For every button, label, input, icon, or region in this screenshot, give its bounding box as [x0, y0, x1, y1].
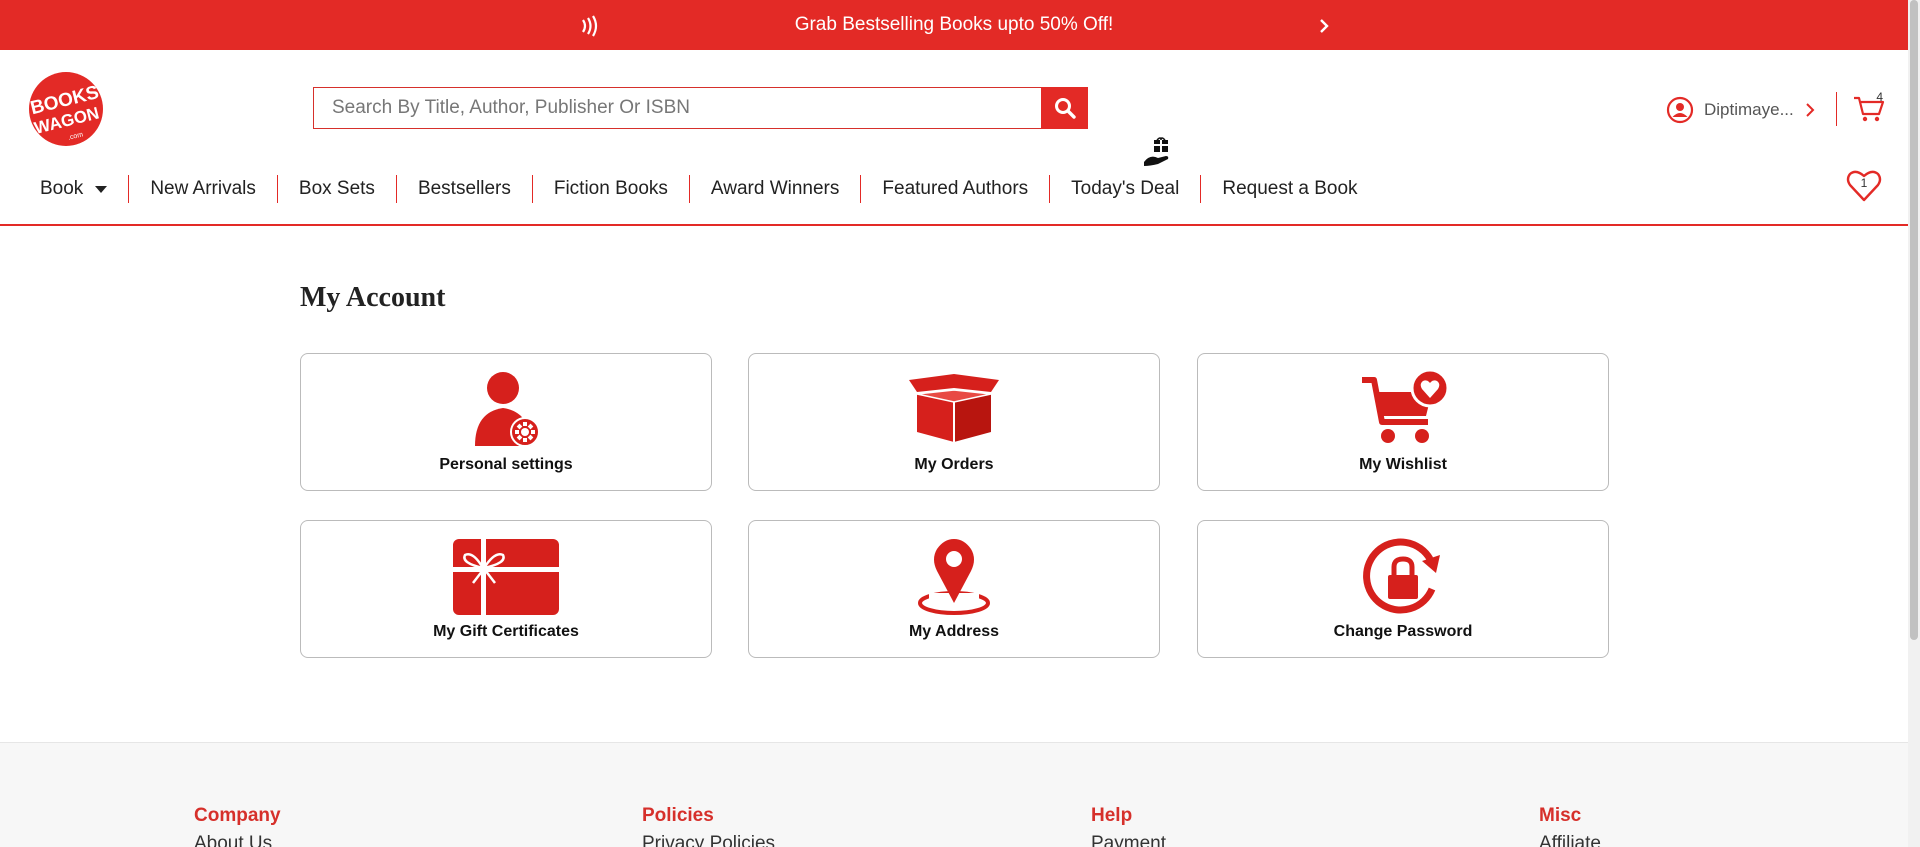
footer-heading: Help [1091, 805, 1133, 826]
tile-label: Change Password [1333, 623, 1473, 640]
tile-my-gift-certificates[interactable]: My Gift Certificates [300, 520, 712, 658]
nav-item-label: Today's Deal [1071, 178, 1180, 199]
tile-label: My Gift Certificates [433, 623, 579, 640]
nav-item-book[interactable]: Book [28, 175, 128, 203]
nav-item-award-winners[interactable]: Award Winners [688, 175, 860, 203]
user-account-menu[interactable]: Diptimaye... [1666, 94, 1816, 126]
nav-item-label: Featured Authors [882, 178, 1029, 199]
nav-item-label: New Arrivals [150, 178, 256, 199]
nav-item-new-arrivals[interactable]: New Arrivals [128, 175, 277, 203]
tile-label: My Wishlist [1359, 456, 1447, 473]
main-nav: Book New Arrivals Box Sets Bestsellers F… [28, 172, 1379, 206]
page-scrollbar[interactable] [1908, 0, 1920, 847]
footer-link[interactable]: Affiliate [1539, 833, 1601, 847]
page-title: My Account [300, 282, 446, 313]
nav-item-label: Fiction Books [553, 178, 668, 199]
footer: Company About Us Policies Privacy Polici… [0, 742, 1908, 847]
open-box-icon [909, 374, 999, 442]
caret-down-icon [95, 185, 108, 193]
scrollbar-thumb[interactable] [1910, 0, 1918, 640]
chevron-right-icon[interactable] [1318, 17, 1330, 35]
footer-column-help: Help Payment [1091, 805, 1166, 847]
tile-change-password[interactable]: Change Password [1197, 520, 1609, 658]
gift-hand-icon [1144, 137, 1169, 166]
tile-my-wishlist[interactable]: My Wishlist [1197, 353, 1609, 491]
nav-item-box-sets[interactable]: Box Sets [276, 175, 396, 203]
cart-count: 4 [1876, 90, 1883, 104]
tile-my-orders[interactable]: My Orders [748, 353, 1160, 491]
footer-link[interactable]: Payment [1091, 833, 1166, 847]
nav-item-label: Bestsellers [417, 178, 511, 199]
tile-my-address[interactable]: My Address [748, 520, 1160, 658]
footer-column-misc: Misc Affiliate [1539, 805, 1601, 847]
nav-item-label: Request a Book [1222, 178, 1358, 199]
search-button[interactable] [1041, 87, 1088, 129]
brand-logo[interactable]: BOOKS WAGON .com [20, 70, 112, 148]
wishlist-count: 1 [1860, 176, 1868, 190]
tile-label: My Orders [914, 456, 994, 473]
nav-item-todays-deal[interactable]: Today's Deal [1049, 175, 1200, 203]
chevron-right-icon [1806, 103, 1815, 117]
nav-item-featured-authors[interactable]: Featured Authors [860, 175, 1049, 203]
search-input[interactable] [313, 87, 1041, 129]
nav-item-label: Book [40, 178, 84, 199]
nav-item-fiction-books[interactable]: Fiction Books [531, 175, 689, 203]
user-settings-icon [475, 372, 540, 447]
footer-column-policies: Policies Privacy Policies [642, 805, 775, 847]
user-circle-icon [1666, 96, 1694, 124]
footer-column-company: Company About Us [194, 805, 281, 847]
page: Grab Bestselling Books upto 50% Off! BOO… [0, 0, 1920, 847]
tile-label: Personal settings [439, 456, 573, 473]
map-pin-icon [918, 539, 990, 615]
nav-item-bestsellers[interactable]: Bestsellers [395, 175, 532, 203]
cart-button[interactable]: 4 [1852, 90, 1886, 126]
tile-label: My Address [908, 623, 1000, 640]
search-icon [1054, 98, 1076, 119]
cart-heart-icon [1362, 370, 1450, 443]
header-divider [1836, 92, 1837, 126]
lock-refresh-icon [1363, 538, 1440, 614]
promo-bar: Grab Bestselling Books upto 50% Off! [0, 0, 1908, 50]
footer-link[interactable]: Privacy Policies [642, 833, 775, 847]
footer-link[interactable]: About Us [194, 833, 281, 847]
footer-heading: Company [194, 805, 281, 826]
user-name: Diptimaye... [1704, 100, 1794, 119]
promo-message[interactable]: Grab Bestselling Books upto 50% Off! [0, 0, 1908, 50]
nav-item-label: Box Sets [298, 178, 375, 199]
tile-personal-settings[interactable]: Personal settings [300, 353, 712, 491]
footer-heading: Policies [642, 805, 714, 826]
wishlist-button[interactable]: 1 [1845, 168, 1883, 204]
nav-item-request-a-book[interactable]: Request a Book [1200, 175, 1378, 203]
footer-heading: Misc [1539, 805, 1582, 826]
nav-item-label: Award Winners [710, 178, 840, 199]
nav-divider [0, 224, 1908, 226]
search-bar [313, 87, 1088, 129]
gift-card-icon [453, 539, 559, 615]
